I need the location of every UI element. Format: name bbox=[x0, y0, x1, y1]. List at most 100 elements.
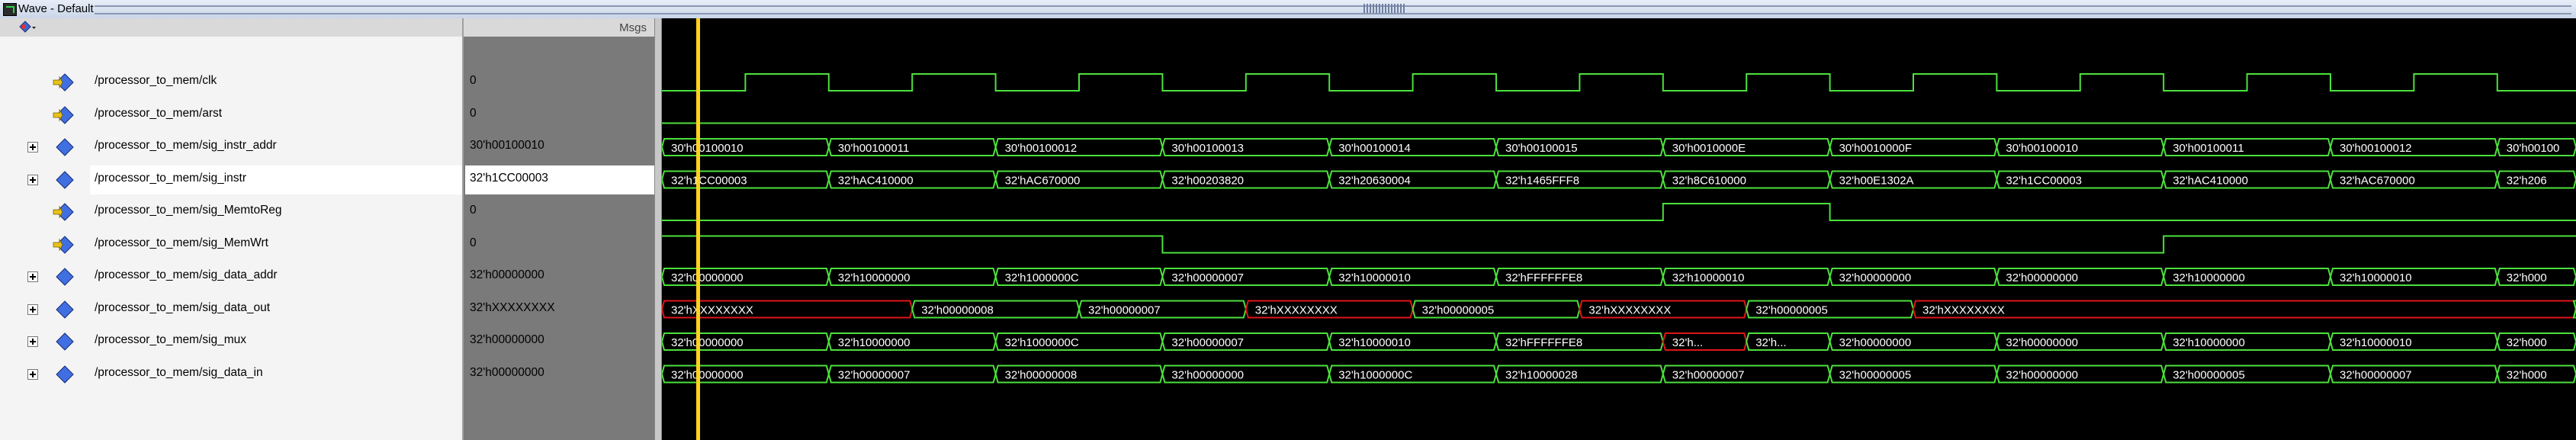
signal-name: /processor_to_mem/sig_data_in bbox=[95, 365, 263, 379]
bit-waveform bbox=[662, 203, 2576, 221]
signal-value: 32'h1CC00003 bbox=[470, 171, 548, 185]
expand-icon[interactable] bbox=[27, 368, 38, 380]
bus-segment-label: 32'h10000028 bbox=[1505, 369, 1578, 382]
signal-row[interactable]: /processor_to_mem/sig_mux 32'h00000000 bbox=[0, 326, 656, 358]
bus-segment-label: 32'h10000010 bbox=[1338, 336, 1411, 349]
signal-row[interactable]: /processor_to_mem/sig_MemWrt 0 bbox=[0, 229, 656, 261]
bus-segment-label: 32'h8C610000 bbox=[1672, 175, 1746, 188]
bus-segment-label: 32'h1CC00003 bbox=[2006, 175, 2082, 188]
bus-segment-label: 32'h1CC00003 bbox=[671, 175, 747, 188]
bus-segment-label: 32'h00000005 bbox=[1839, 369, 1912, 382]
bus-segment-label: 32'h00000000 bbox=[671, 271, 744, 284]
signal-name: /processor_to_mem/sig_mux bbox=[95, 333, 246, 346]
expand-icon[interactable] bbox=[27, 304, 38, 315]
signal-types-icon[interactable] bbox=[18, 21, 37, 34]
bus-segment-label: 32'h00000007 bbox=[1088, 304, 1161, 317]
signal-name: /processor_to_mem/clk bbox=[95, 74, 217, 87]
bus-segment-label: 32'h00000007 bbox=[1171, 336, 1244, 349]
bus-segment-label: 30'h00100010 bbox=[671, 142, 744, 155]
bus-segment-label: 30'h00100011 bbox=[2173, 142, 2244, 155]
bus-segment-label: 32'h10000010 bbox=[1672, 271, 1745, 284]
bus-segment-label: 30'h00100012 bbox=[2340, 142, 2412, 155]
signal-name: /processor_to_mem/sig_instr bbox=[95, 171, 246, 185]
bus-segment-label: 32'h10000000 bbox=[2173, 271, 2245, 284]
bus-segment-label: 32'h10000010 bbox=[1338, 271, 1411, 284]
expand-icon[interactable] bbox=[27, 174, 38, 185]
bus-segment bbox=[1912, 300, 2576, 319]
bus-segment-label: 32'hAC670000 bbox=[1005, 175, 1081, 188]
expand-icon[interactable] bbox=[27, 336, 38, 347]
bus-signal-icon bbox=[56, 268, 74, 286]
bus-segment-label: 32'hXXXXXXXX bbox=[671, 304, 753, 317]
window-title: Wave - Default bbox=[18, 2, 94, 15]
bus-segment-label: 32'h10000000 bbox=[838, 271, 911, 284]
time-cursor bbox=[696, 18, 700, 440]
bus-segment-label: 32'h20630004 bbox=[1338, 175, 1411, 188]
bus-segment-label: 30'h0010000F bbox=[1839, 142, 1912, 155]
bus-segment-label: 30'h00100012 bbox=[1005, 142, 1078, 155]
bus-signal-icon bbox=[56, 138, 74, 156]
bus-segment-label: 32'hFFFFFFE8 bbox=[1505, 336, 1582, 349]
waveform-canvas[interactable]: 30'h00100010 30'h00100011 30'h00100012 30'h… bbox=[662, 18, 2576, 440]
bit-signal-icon bbox=[53, 235, 74, 254]
titlebar-drag-grip[interactable] bbox=[95, 5, 2571, 14]
signal-row[interactable]: /processor_to_mem/sig_data_addr 32'h00000… bbox=[0, 261, 656, 293]
bus-segment-label: 32'h... bbox=[1755, 336, 1786, 349]
bus-segment-label: 32'hXXXXXXXX bbox=[1588, 304, 1671, 317]
bus-signal-icon bbox=[56, 170, 74, 189]
signal-row[interactable]: /processor_to_mem/sig_instr 32'h1CC00003 bbox=[0, 164, 656, 196]
waveform-pane[interactable]: 30'h00100010 30'h00100011 30'h00100012 30'h… bbox=[662, 18, 2576, 440]
bus-segment-label: 30'h00100015 bbox=[1505, 142, 1578, 155]
bus-segment-label: 32'hAC410000 bbox=[838, 175, 914, 188]
bit-signal-icon bbox=[53, 73, 74, 92]
bus-segment-label: 32'hXXXXXXXX bbox=[1922, 304, 2005, 317]
signal-name: /processor_to_mem/sig_data_addr bbox=[95, 268, 278, 281]
signal-row[interactable]: /processor_to_mem/arst 0 bbox=[0, 99, 656, 131]
bus-segment-label: 32'h10000000 bbox=[2173, 336, 2245, 349]
expand-icon[interactable] bbox=[27, 271, 38, 282]
signal-names-header bbox=[0, 18, 464, 37]
bus-segment-label: 32'h00000007 bbox=[2340, 369, 2412, 382]
bus-segment-label: 32'h1465FFF8 bbox=[1505, 175, 1579, 188]
signal-name: /processor_to_mem/sig_MemtoReg bbox=[95, 204, 282, 217]
bus-segment-label: 32'h00000005 bbox=[2173, 369, 2245, 382]
signal-row[interactable]: /processor_to_mem/sig_MemtoReg 0 bbox=[0, 196, 656, 228]
signal-value: 0 bbox=[470, 74, 477, 87]
bus-segment-label: 32'h00000000 bbox=[671, 336, 744, 349]
bus-segment-label: 32'h00203820 bbox=[1171, 175, 1244, 188]
bus-segment-label: 30'h00100 bbox=[2507, 142, 2560, 155]
bit-signal-icon bbox=[53, 203, 74, 221]
bus-segment-label: 30'h00100014 bbox=[1338, 142, 1411, 155]
signal-value: 0 bbox=[470, 236, 477, 249]
signal-value: 0 bbox=[470, 106, 477, 120]
bus-segment-label: 32'h000 bbox=[2507, 271, 2547, 284]
signal-name: /processor_to_mem/sig_data_out bbox=[95, 300, 271, 314]
values-header: Msgs bbox=[464, 18, 656, 37]
bus-segment-label: 32'h00000000 bbox=[2006, 369, 2078, 382]
bit-waveform bbox=[662, 73, 2576, 92]
bus-segment-label: 32'h10000000 bbox=[838, 336, 911, 349]
signal-value: 32'h00000000 bbox=[470, 268, 544, 281]
bus-segment-label: 32'h1000000C bbox=[1005, 336, 1079, 349]
signal-row[interactable]: /processor_to_mem/sig_instr_addr 30'h0010… bbox=[0, 131, 656, 163]
signal-name: /processor_to_mem/sig_MemWrt bbox=[95, 236, 268, 249]
bus-segment-label: 32'h00000008 bbox=[1005, 369, 1078, 382]
bus-segment-label: 32'h00000000 bbox=[1839, 271, 1912, 284]
bus-segment-label: 32'h1000000C bbox=[1005, 271, 1079, 284]
signal-row[interactable]: /processor_to_mem/clk 0 bbox=[0, 66, 656, 98]
bus-segment-label: 32'h00000000 bbox=[2006, 336, 2078, 349]
bus-segment-label: 32'h00000000 bbox=[1171, 369, 1244, 382]
bus-segment-label: 32'h000 bbox=[2507, 369, 2547, 382]
bus-segment-label: 32'h00000005 bbox=[1755, 304, 1828, 317]
titlebar-dots[interactable] bbox=[1363, 4, 1406, 13]
bus-segment-label: 32'h00000007 bbox=[838, 369, 911, 382]
msgs-label: Msgs bbox=[619, 21, 647, 34]
signal-row[interactable]: /processor_to_mem/sig_data_in 32'h0000000… bbox=[0, 358, 656, 390]
bit-waveform bbox=[662, 235, 2576, 254]
window-titlebar[interactable]: Wave - Default bbox=[0, 0, 2576, 19]
signal-row[interactable]: /processor_to_mem/sig_data_out 32'hXXXXXX… bbox=[0, 294, 656, 326]
expand-icon[interactable] bbox=[27, 142, 38, 153]
signal-value: 32'hXXXXXXXX bbox=[470, 300, 555, 314]
signal-value: 30'h00100010 bbox=[470, 139, 544, 152]
bus-segment-label: 32'h206 bbox=[2507, 175, 2547, 188]
